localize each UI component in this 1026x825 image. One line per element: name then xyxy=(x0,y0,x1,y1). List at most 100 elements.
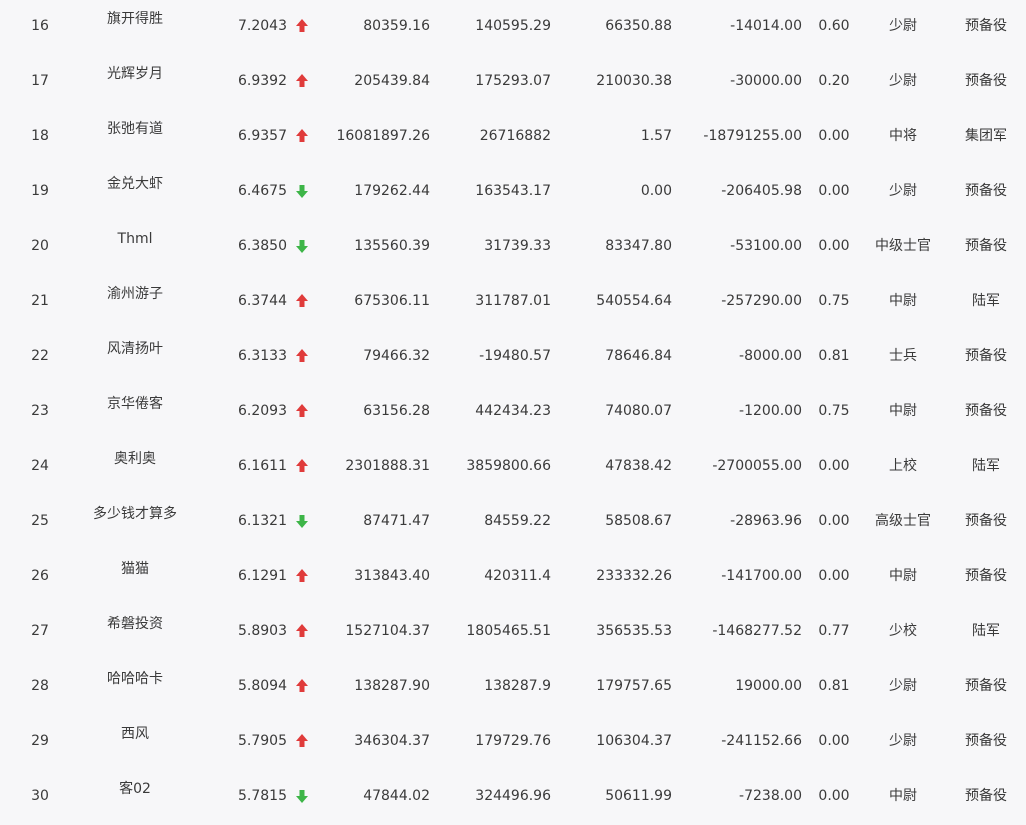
table-row[interactable]: 27 希磐投资 5.8903 1527104.37 1805465.51 356535.5… xyxy=(0,605,1026,660)
table-row[interactable]: 21 渝州游子 6.3744 675306.11 311787.01 540554.64 -… xyxy=(0,275,1026,330)
trend-cell xyxy=(295,71,309,91)
value2-cell: 442434.23 xyxy=(475,403,551,419)
rank-cell: 20 xyxy=(31,238,49,254)
value2-cell: 175293.07 xyxy=(475,73,551,89)
table-row[interactable]: 29 西风 5.7905 346304.37 179729.76 106304.37 -24… xyxy=(0,715,1026,770)
name-cell[interactable]: Thml xyxy=(70,229,200,249)
rank-title-cell: 少尉 xyxy=(889,733,917,749)
value4-cell: -30000.00 xyxy=(730,73,802,89)
rank-cell: 30 xyxy=(31,788,49,804)
ratio-cell: 0.20 xyxy=(818,73,850,89)
value1-cell: 138287.90 xyxy=(354,678,430,694)
arrow-up-icon xyxy=(296,679,308,692)
leaderboard-table: 16 旗开得胜 7.2043 80359.16 140595.29 66350.88 -14… xyxy=(0,0,1026,815)
ratio-cell: 0.00 xyxy=(818,128,850,144)
rank-title-cell: 上校 xyxy=(889,458,917,474)
trend-cell xyxy=(295,621,309,641)
value1-cell: 675306.11 xyxy=(354,293,430,309)
trend-cell xyxy=(295,511,309,531)
name-cell[interactable]: 客02 xyxy=(70,779,200,799)
name-cell[interactable]: 京华倦客 xyxy=(70,394,200,414)
value2-cell: 1805465.51 xyxy=(466,623,551,639)
ratio-cell: 0.60 xyxy=(818,18,850,34)
value1-cell: 205439.84 xyxy=(354,73,430,89)
ratio-cell: 0.75 xyxy=(818,403,850,419)
rank-title-cell: 中尉 xyxy=(889,568,917,584)
trend-cell xyxy=(295,291,309,311)
rank-title-cell: 中级士官 xyxy=(875,238,931,254)
value1-cell: 179262.44 xyxy=(354,183,430,199)
ratio-cell: 0.81 xyxy=(818,678,850,694)
table-row[interactable]: 16 旗开得胜 7.2043 80359.16 140595.29 66350.88 -14… xyxy=(0,0,1026,55)
rank-title-cell: 少尉 xyxy=(889,18,917,34)
unit-cell: 陆军 xyxy=(972,458,1000,474)
score-cell: 7.2043 xyxy=(238,18,287,34)
name-cell[interactable]: 哈哈哈卡 xyxy=(70,669,200,689)
table-row[interactable]: 22 风清扬叶 6.3133 79466.32 -19480.57 78646.84 -80… xyxy=(0,330,1026,385)
value1-cell: 63156.28 xyxy=(363,403,430,419)
name-cell[interactable]: 多少钱才算多 xyxy=(70,504,200,524)
ratio-cell: 0.00 xyxy=(818,568,850,584)
name-cell[interactable]: 旗开得胜 xyxy=(70,9,200,29)
rank-title-cell: 少校 xyxy=(889,623,917,639)
table-row[interactable]: 28 哈哈哈卡 5.8094 138287.90 138287.9 179757.65 19… xyxy=(0,660,1026,715)
arrow-up-icon xyxy=(296,404,308,417)
value2-cell: 84559.22 xyxy=(484,513,551,529)
table-row[interactable]: 20 Thml 6.3850 135560.39 31739.33 83347.80 -53… xyxy=(0,220,1026,275)
ratio-cell: 0.00 xyxy=(818,733,850,749)
rank-title-cell: 中尉 xyxy=(889,788,917,804)
trend-cell xyxy=(295,731,309,751)
name-cell[interactable]: 张弛有道 xyxy=(70,119,200,139)
name-cell[interactable]: 猫猫 xyxy=(70,559,200,579)
table-row[interactable]: 18 张弛有道 6.9357 16081897.26 26716882 1.57 -1879… xyxy=(0,110,1026,165)
value2-cell: 311787.01 xyxy=(475,293,551,309)
arrow-down-icon xyxy=(296,790,308,803)
name-cell[interactable]: 希磐投资 xyxy=(70,614,200,634)
rank-cell: 21 xyxy=(31,293,49,309)
value1-cell: 47844.02 xyxy=(363,788,430,804)
value3-cell: 210030.38 xyxy=(596,73,672,89)
unit-cell: 预备役 xyxy=(965,18,1007,34)
table-row[interactable]: 25 多少钱才算多 6.1321 87471.47 84559.22 58508.67 -2… xyxy=(0,495,1026,550)
ratio-cell: 0.77 xyxy=(818,623,850,639)
arrow-down-icon xyxy=(296,515,308,528)
rank-cell: 25 xyxy=(31,513,49,529)
value3-cell: 66350.88 xyxy=(605,18,672,34)
rank-cell: 17 xyxy=(31,73,49,89)
value1-cell: 346304.37 xyxy=(354,733,430,749)
name-cell[interactable]: 渝州游子 xyxy=(70,284,200,304)
value3-cell: 233332.26 xyxy=(596,568,672,584)
table-row[interactable]: 19 金兑大虾 6.4675 179262.44 163543.17 0.00 -20640… xyxy=(0,165,1026,220)
unit-cell: 预备役 xyxy=(965,678,1007,694)
value4-cell: -2700055.00 xyxy=(712,458,802,474)
rank-cell: 23 xyxy=(31,403,49,419)
name-cell[interactable]: 风清扬叶 xyxy=(70,339,200,359)
table-row[interactable]: 26 猫猫 6.1291 313843.40 420311.4 233332.26 -141… xyxy=(0,550,1026,605)
table-row[interactable]: 17 光辉岁月 6.9392 205439.84 175293.07 210030.38 -… xyxy=(0,55,1026,110)
value4-cell: -7238.00 xyxy=(739,788,802,804)
table-row[interactable]: 30 客02 5.7815 47844.02 324496.96 50611.99 -723… xyxy=(0,770,1026,825)
rank-cell: 18 xyxy=(31,128,49,144)
value1-cell: 2301888.31 xyxy=(345,458,430,474)
name-cell[interactable]: 西风 xyxy=(70,724,200,744)
score-cell: 6.1291 xyxy=(238,568,287,584)
rank-cell: 28 xyxy=(31,678,49,694)
score-cell: 6.9357 xyxy=(238,128,287,144)
score-cell: 6.1321 xyxy=(238,513,287,529)
score-cell: 5.8094 xyxy=(238,678,287,694)
arrow-up-icon xyxy=(296,19,308,32)
value3-cell: 50611.99 xyxy=(605,788,672,804)
arrow-up-icon xyxy=(296,74,308,87)
value4-cell: -53100.00 xyxy=(730,238,802,254)
trend-cell xyxy=(295,126,309,146)
value4-cell: -14014.00 xyxy=(730,18,802,34)
score-cell: 6.3133 xyxy=(238,348,287,364)
name-cell[interactable]: 金兑大虾 xyxy=(70,174,200,194)
unit-cell: 预备役 xyxy=(965,348,1007,364)
table-row[interactable]: 24 奥利奥 6.1611 2301888.31 3859800.66 47838.42 -… xyxy=(0,440,1026,495)
name-cell[interactable]: 光辉岁月 xyxy=(70,64,200,84)
value4-cell: -8000.00 xyxy=(739,348,802,364)
table-row[interactable]: 23 京华倦客 6.2093 63156.28 442434.23 74080.07 -12… xyxy=(0,385,1026,440)
name-cell[interactable]: 奥利奥 xyxy=(70,449,200,469)
trend-cell xyxy=(295,181,309,201)
